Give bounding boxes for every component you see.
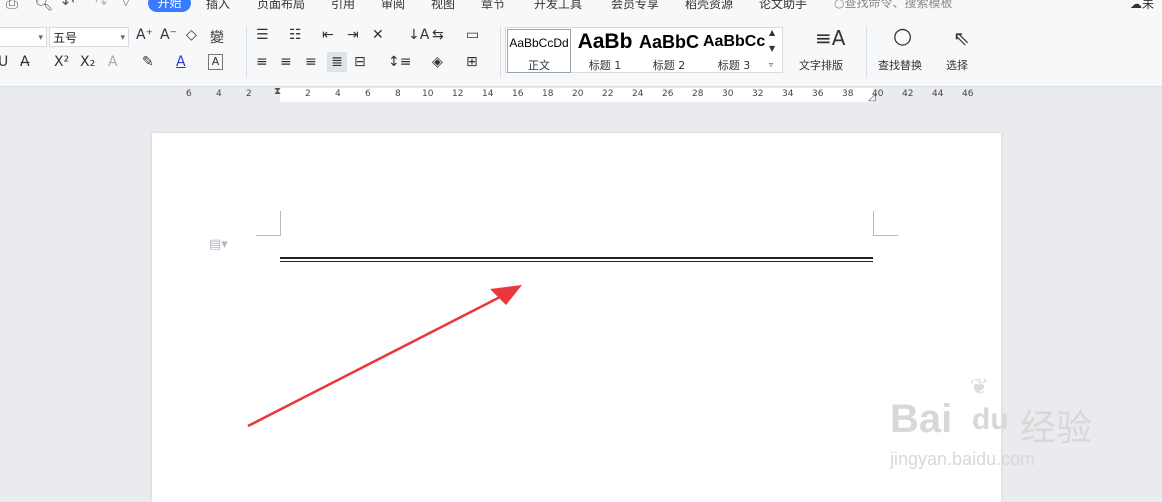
baidu-jingyan-watermark: ❦ Bai du 经验 jingyan.baidu.com [890, 375, 1152, 475]
arrow-shaft [247, 294, 503, 428]
watermark-brand: Bai [890, 397, 953, 441]
watermark-brand-du: du [972, 403, 1009, 436]
watermark-url: jingyan.baidu.com [890, 449, 1036, 469]
watermark-brand-cn: 经验 [1020, 407, 1093, 448]
paw-icon: ❦ [970, 375, 989, 400]
arrow-head [490, 285, 522, 305]
